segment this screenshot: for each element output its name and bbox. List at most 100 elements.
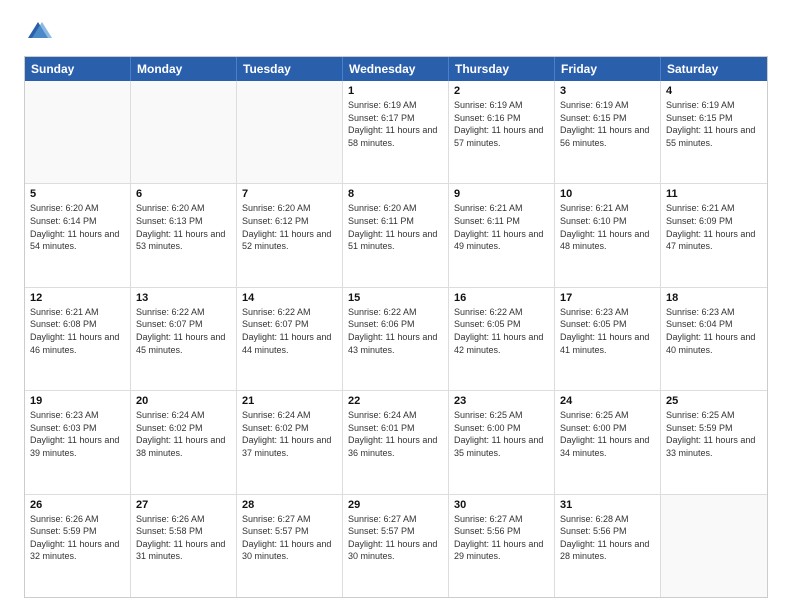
calendar-row-2: 12 Sunrise: 6:21 AMSunset: 6:08 PMDayligh… [25,287,767,390]
day-number: 21 [242,395,337,407]
cal-cell-day-5: 5 Sunrise: 6:20 AMSunset: 6:14 PMDaylight… [25,184,131,286]
cell-info: Sunrise: 6:21 AMSunset: 6:11 PMDaylight:… [454,202,549,252]
cal-cell-day-16: 16 Sunrise: 6:22 AMSunset: 6:05 PMDayligh… [449,288,555,390]
calendar-row-4: 26 Sunrise: 6:26 AMSunset: 5:59 PMDayligh… [25,494,767,597]
cal-cell-day-27: 27Sunrise: 6:26 AMSunset: 5:58 PMDayligh… [131,495,237,597]
cell-info: Sunrise: 6:19 AMSunset: 6:15 PMDaylight:… [560,99,655,149]
cal-cell-day-19: 19 Sunrise: 6:23 AMSunset: 6:03 PMDayligh… [25,391,131,493]
cal-cell-day-1: 1Sunrise: 6:19 AMSunset: 6:17 PMDaylight… [343,81,449,183]
cal-cell-day-29: 29 Sunrise: 6:27 AMSunset: 5:57 PMDayligh… [343,495,449,597]
cal-cell-day-2: 2 Sunrise: 6:19 AMSunset: 6:16 PMDaylight… [449,81,555,183]
cal-cell-day-3: 3 Sunrise: 6:19 AMSunset: 6:15 PMDaylight… [555,81,661,183]
logo [24,18,56,46]
day-number: 1 [348,85,443,97]
day-number: 9 [454,188,549,200]
cal-cell-day-26: 26 Sunrise: 6:26 AMSunset: 5:59 PMDayligh… [25,495,131,597]
cell-info: Sunrise: 6:20 AMSunset: 6:12 PMDaylight:… [242,202,337,252]
cal-cell-day-31: 31Sunrise: 6:28 AMSunset: 5:56 PMDayligh… [555,495,661,597]
calendar-body: 1Sunrise: 6:19 AMSunset: 6:17 PMDaylight… [25,81,767,597]
cell-info: Sunrise: 6:20 AMSunset: 6:11 PMDaylight:… [348,202,443,252]
cell-info: Sunrise: 6:24 AMSunset: 6:02 PMDaylight:… [136,409,231,459]
day-number: 16 [454,292,549,304]
cell-info: Sunrise: 6:21 AMSunset: 6:09 PMDaylight:… [666,202,762,252]
weekday-header-monday: Monday [131,57,237,81]
day-number: 22 [348,395,443,407]
cell-info: Sunrise: 6:27 AMSunset: 5:57 PMDaylight:… [242,513,337,563]
day-number: 26 [30,499,125,511]
cal-cell-day-25: 25 Sunrise: 6:25 AMSunset: 5:59 PMDayligh… [661,391,767,493]
day-number: 2 [454,85,549,97]
cal-cell-day-30: 30Sunrise: 6:27 AMSunset: 5:56 PMDayligh… [449,495,555,597]
weekday-header-wednesday: Wednesday [343,57,449,81]
cal-cell-day-28: 28 Sunrise: 6:27 AMSunset: 5:57 PMDayligh… [237,495,343,597]
cal-cell-day-8: 8 Sunrise: 6:20 AMSunset: 6:11 PMDaylight… [343,184,449,286]
day-number: 19 [30,395,125,407]
cell-info: Sunrise: 6:19 AMSunset: 6:16 PMDaylight:… [454,99,549,149]
day-number: 6 [136,188,231,200]
day-number: 7 [242,188,337,200]
cal-cell-empty [25,81,131,183]
day-number: 10 [560,188,655,200]
cell-info: Sunrise: 6:24 AMSunset: 6:01 PMDaylight:… [348,409,443,459]
calendar-row-3: 19 Sunrise: 6:23 AMSunset: 6:03 PMDayligh… [25,390,767,493]
day-number: 28 [242,499,337,511]
cal-cell-empty [661,495,767,597]
day-number: 14 [242,292,337,304]
day-number: 18 [666,292,762,304]
weekday-header-sunday: Sunday [25,57,131,81]
weekday-header-friday: Friday [555,57,661,81]
day-number: 30 [454,499,549,511]
calendar-row-1: 5 Sunrise: 6:20 AMSunset: 6:14 PMDaylight… [25,183,767,286]
cell-info: Sunrise: 6:19 AMSunset: 6:15 PMDaylight:… [666,99,762,149]
day-number: 3 [560,85,655,97]
cal-cell-day-9: 9 Sunrise: 6:21 AMSunset: 6:11 PMDaylight… [449,184,555,286]
cal-cell-day-15: 15 Sunrise: 6:22 AMSunset: 6:06 PMDayligh… [343,288,449,390]
day-number: 17 [560,292,655,304]
cell-info: Sunrise: 6:25 AMSunset: 5:59 PMDaylight:… [666,409,762,459]
day-number: 20 [136,395,231,407]
day-number: 31 [560,499,655,511]
day-number: 13 [136,292,231,304]
cell-info: Sunrise: 6:23 AMSunset: 6:04 PMDaylight:… [666,306,762,356]
cal-cell-day-17: 17Sunrise: 6:23 AMSunset: 6:05 PMDayligh… [555,288,661,390]
day-number: 27 [136,499,231,511]
cal-cell-day-22: 22 Sunrise: 6:24 AMSunset: 6:01 PMDayligh… [343,391,449,493]
cell-info: Sunrise: 6:21 AMSunset: 6:10 PMDaylight:… [560,202,655,252]
cell-info: Sunrise: 6:20 AMSunset: 6:13 PMDaylight:… [136,202,231,252]
weekday-header-thursday: Thursday [449,57,555,81]
day-number: 12 [30,292,125,304]
cal-cell-day-13: 13 Sunrise: 6:22 AMSunset: 6:07 PMDayligh… [131,288,237,390]
cal-cell-day-4: 4 Sunrise: 6:19 AMSunset: 6:15 PMDaylight… [661,81,767,183]
weekday-header-saturday: Saturday [661,57,767,81]
cell-info: Sunrise: 6:22 AMSunset: 6:07 PMDaylight:… [136,306,231,356]
cell-info: Sunrise: 6:22 AMSunset: 6:07 PMDaylight:… [242,306,337,356]
day-number: 8 [348,188,443,200]
day-number: 11 [666,188,762,200]
weekday-header-tuesday: Tuesday [237,57,343,81]
cell-info: Sunrise: 6:21 AMSunset: 6:08 PMDaylight:… [30,306,125,356]
day-number: 29 [348,499,443,511]
cell-info: Sunrise: 6:25 AMSunset: 6:00 PMDaylight:… [560,409,655,459]
day-number: 24 [560,395,655,407]
cal-cell-empty [131,81,237,183]
cal-cell-day-23: 23Sunrise: 6:25 AMSunset: 6:00 PMDayligh… [449,391,555,493]
cell-info: Sunrise: 6:23 AMSunset: 6:03 PMDaylight:… [30,409,125,459]
cell-info: Sunrise: 6:27 AMSunset: 5:57 PMDaylight:… [348,513,443,563]
cal-cell-day-11: 11 Sunrise: 6:21 AMSunset: 6:09 PMDayligh… [661,184,767,286]
header [24,18,768,46]
cell-info: Sunrise: 6:26 AMSunset: 5:59 PMDaylight:… [30,513,125,563]
cell-info: Sunrise: 6:22 AMSunset: 6:05 PMDaylight:… [454,306,549,356]
calendar-header: SundayMondayTuesdayWednesdayThursdayFrid… [25,57,767,81]
cell-info: Sunrise: 6:24 AMSunset: 6:02 PMDaylight:… [242,409,337,459]
day-number: 15 [348,292,443,304]
day-number: 5 [30,188,125,200]
cell-info: Sunrise: 6:20 AMSunset: 6:14 PMDaylight:… [30,202,125,252]
day-number: 25 [666,395,762,407]
calendar-row-0: 1Sunrise: 6:19 AMSunset: 6:17 PMDaylight… [25,81,767,183]
calendar-page: SundayMondayTuesdayWednesdayThursdayFrid… [0,0,792,612]
cal-cell-day-24: 24 Sunrise: 6:25 AMSunset: 6:00 PMDayligh… [555,391,661,493]
cell-info: Sunrise: 6:22 AMSunset: 6:06 PMDaylight:… [348,306,443,356]
calendar: SundayMondayTuesdayWednesdayThursdayFrid… [24,56,768,598]
day-number: 4 [666,85,762,97]
cal-cell-day-18: 18 Sunrise: 6:23 AMSunset: 6:04 PMDayligh… [661,288,767,390]
